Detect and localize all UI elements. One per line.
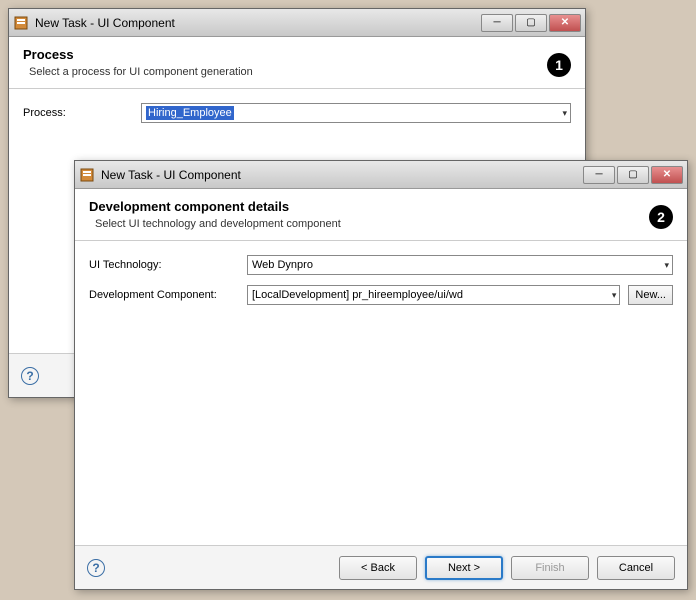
process-value: Hiring_Employee bbox=[146, 106, 234, 120]
form-area: UI Technology: Web Dynpro ▾ Development … bbox=[75, 241, 687, 329]
wizard-dialog-2: New Task - UI Component ─ ▢ ✕ Developmen… bbox=[74, 160, 688, 590]
dev-component-value: [LocalDevelopment] pr_hireemployee/ui/wd bbox=[252, 289, 463, 301]
process-combo[interactable]: Hiring_Employee ▾ bbox=[141, 103, 571, 123]
titlebar[interactable]: New Task - UI Component ─ ▢ ✕ bbox=[9, 9, 585, 37]
wizard-step-title: Development component details bbox=[89, 199, 673, 214]
close-button[interactable]: ✕ bbox=[549, 14, 581, 32]
app-icon bbox=[13, 15, 29, 31]
form-area: Process: Hiring_Employee ▾ bbox=[9, 89, 585, 147]
process-row: Process: Hiring_Employee ▾ bbox=[23, 103, 571, 123]
dev-component-label: Development Component: bbox=[89, 289, 239, 301]
wizard-step-desc: Select a process for UI component genera… bbox=[29, 66, 571, 78]
step-badge-1: 1 bbox=[547, 53, 571, 77]
app-icon bbox=[79, 167, 95, 183]
minimize-button[interactable]: ─ bbox=[481, 14, 513, 32]
ui-technology-label: UI Technology: bbox=[89, 259, 239, 271]
dev-component-combo[interactable]: [LocalDevelopment] pr_hireemployee/ui/wd… bbox=[247, 285, 620, 305]
maximize-button[interactable]: ▢ bbox=[515, 14, 547, 32]
finish-button: Finish bbox=[511, 556, 589, 580]
titlebar[interactable]: New Task - UI Component ─ ▢ ✕ bbox=[75, 161, 687, 189]
chevron-down-icon: ▾ bbox=[562, 108, 567, 119]
back-button[interactable]: < Back bbox=[339, 556, 417, 580]
chevron-down-icon: ▾ bbox=[612, 290, 617, 301]
ui-technology-row: UI Technology: Web Dynpro ▾ bbox=[89, 255, 673, 275]
minimize-button[interactable]: ─ bbox=[583, 166, 615, 184]
close-button[interactable]: ✕ bbox=[651, 166, 683, 184]
chevron-down-icon: ▾ bbox=[664, 260, 669, 271]
window-title: New Task - UI Component bbox=[101, 168, 583, 182]
help-icon[interactable]: ? bbox=[87, 559, 105, 577]
wizard-footer: ? < Back Next > Finish Cancel bbox=[75, 545, 687, 589]
dev-component-row: Development Component: [LocalDevelopment… bbox=[89, 285, 673, 305]
help-icon[interactable]: ? bbox=[21, 367, 39, 385]
ui-technology-combo[interactable]: Web Dynpro ▾ bbox=[247, 255, 673, 275]
ui-technology-value: Web Dynpro bbox=[252, 259, 313, 271]
window-controls: ─ ▢ ✕ bbox=[583, 166, 683, 184]
footer-buttons: < Back Next > Finish Cancel bbox=[339, 556, 675, 580]
new-button[interactable]: New... bbox=[628, 285, 673, 305]
window-controls: ─ ▢ ✕ bbox=[481, 14, 581, 32]
step-badge-2: 2 bbox=[649, 205, 673, 229]
maximize-button[interactable]: ▢ bbox=[617, 166, 649, 184]
cancel-button[interactable]: Cancel bbox=[597, 556, 675, 580]
next-button[interactable]: Next > bbox=[425, 556, 503, 580]
wizard-header: Development component details Select UI … bbox=[75, 189, 687, 241]
window-title: New Task - UI Component bbox=[35, 16, 481, 30]
wizard-step-desc: Select UI technology and development com… bbox=[95, 218, 673, 230]
wizard-header: Process Select a process for UI componen… bbox=[9, 37, 585, 89]
wizard-step-title: Process bbox=[23, 47, 571, 62]
process-label: Process: bbox=[23, 107, 133, 119]
